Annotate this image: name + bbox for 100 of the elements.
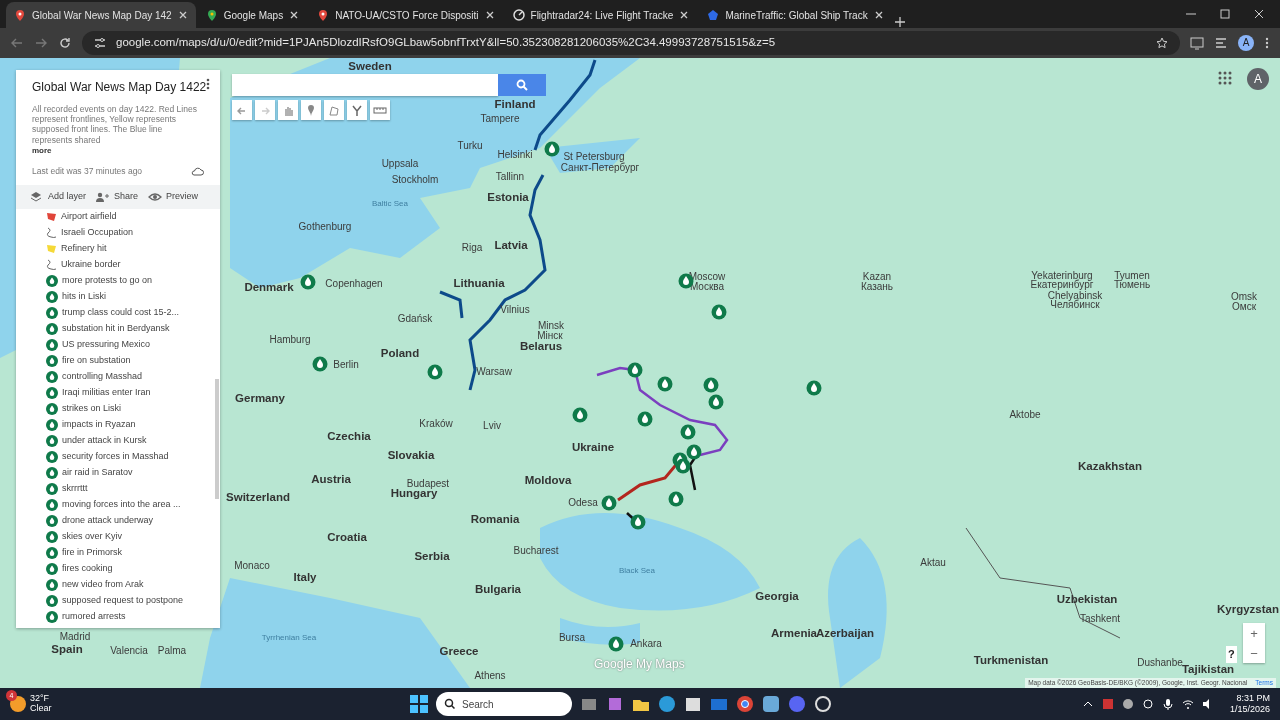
taskbar-search[interactable]: Search — [436, 692, 572, 716]
country-label: Croatia — [327, 530, 367, 546]
layer-item[interactable]: moving forces into the area ... — [16, 496, 220, 513]
country-label: Spain — [51, 642, 83, 658]
zoom-in-button[interactable]: + — [1243, 623, 1265, 643]
browser-tab[interactable]: Google Maps — [197, 2, 308, 28]
country-label: Finland — [494, 97, 536, 113]
city-label: Omsk — [1230, 289, 1258, 302]
country-label: Italy — [293, 570, 317, 586]
action-button[interactable]: Share — [96, 190, 139, 204]
city-label: Aktau — [920, 555, 946, 570]
layer-item[interactable]: drone attack underway — [16, 512, 220, 529]
layer-item[interactable]: air raid in Saratov — [16, 464, 220, 481]
layer-item[interactable]: Airport airfield — [16, 208, 220, 225]
layer-item[interactable]: skrrrttt — [16, 480, 220, 497]
city-label: Berlin — [333, 357, 359, 372]
action-button[interactable]: Preview — [148, 190, 199, 204]
browser-tab[interactable]: NATO-UA/CSTO Force Dispositi — [309, 2, 503, 28]
layer-item[interactable]: new video from Arak — [16, 576, 220, 593]
profile-avatar[interactable]: A — [1238, 35, 1254, 51]
weather-condition: Clear — [30, 704, 52, 714]
layer-item[interactable]: US pressuring Mexico — [16, 336, 220, 353]
zoom-out-button[interactable]: − — [1243, 643, 1265, 663]
city-label: Омск — [1232, 300, 1256, 314]
city-label: Warsaw — [476, 364, 512, 379]
help-button[interactable]: ? — [1226, 646, 1237, 663]
layer-item[interactable]: Israeli Occupation — [16, 224, 220, 241]
account-avatar[interactable]: A — [1247, 68, 1269, 90]
layer-item[interactable]: fires cooking — [16, 560, 220, 577]
city-label: Мінск — [537, 329, 563, 342]
layer-item[interactable]: Refinery hit — [16, 240, 220, 257]
city-label: Monaco — [234, 558, 270, 573]
more-link[interactable]: more — [32, 144, 204, 157]
clock-date[interactable]: 1/15/2026 — [1229, 704, 1270, 715]
country-label: Sweden — [348, 59, 392, 75]
browser-tab[interactable]: Flightradar24: Live Flight Tracke — [504, 2, 698, 28]
layer-item[interactable]: more protests to go on — [16, 272, 220, 289]
country-label: Tajikistan — [1181, 663, 1235, 678]
temperature-text: 32°F — [30, 694, 51, 704]
city-label: Москва — [689, 280, 725, 294]
city-label: Lviv — [483, 418, 501, 433]
city-label: Kraków — [419, 416, 453, 431]
action-button[interactable]: Add layer — [30, 190, 87, 204]
browser-tab[interactable]: MarineTraffic: Global Ship Track — [699, 2, 892, 28]
country-label: Romania — [470, 512, 520, 528]
clock-time[interactable]: 8:31 PM — [1229, 693, 1270, 704]
city-label: Vilnius — [500, 302, 530, 317]
address-bar[interactable]: google.com/maps/d/u/0/edit?mid=1PJAn5DlozdIRsfO9GLbaw5obnfTrxtY&ll=50.352308281206035%2C34.49993728751515&z=5 — [82, 31, 1180, 55]
layer-item[interactable]: security forces in Masshad — [16, 448, 220, 465]
browser-tab[interactable]: Global War News Map Day 142 — [6, 2, 196, 28]
country-label: Bulgaria — [475, 582, 521, 598]
layer-item[interactable]: impacts in Ryazan — [16, 416, 220, 433]
layer-item[interactable]: strikes on Liski — [16, 400, 220, 417]
sea-label: Black Sea — [619, 565, 655, 577]
city-label: Palma — [157, 643, 187, 658]
layer-item[interactable]: fire on substation — [16, 352, 220, 369]
layer-item[interactable]: fire in Primorsk — [16, 544, 220, 561]
city-label: Minsk — [537, 318, 565, 331]
city-label: Hamburg — [269, 332, 311, 347]
sea-label: Baltic Sea — [372, 198, 408, 210]
city-label: Gothenburg — [298, 219, 352, 234]
layer-item[interactable]: skies over Kyiv — [16, 528, 220, 545]
city-label: Bucharest — [513, 543, 559, 558]
city-label: Gdańsk — [397, 311, 433, 326]
layer-item[interactable]: supposed request to postpone — [16, 592, 220, 609]
city-label: Turku — [457, 138, 483, 153]
layer-item[interactable]: substation hit in Berdyansk — [16, 320, 220, 337]
city-label: Copenhagen — [325, 276, 383, 291]
country-label: Kyrgyzstan — [1217, 602, 1279, 618]
city-label: Tallinn — [495, 169, 525, 184]
country-label: Ukraine — [571, 440, 615, 456]
layer-item[interactable]: under attack in Kursk — [16, 432, 220, 449]
city-label: Санкт-Петербург — [560, 161, 640, 175]
country-label: Czechia — [327, 429, 371, 445]
city-label: Ankara — [630, 636, 662, 651]
city-label: Chelyabinsk — [1047, 289, 1103, 301]
layer-item[interactable]: rumored arrests — [16, 608, 220, 625]
layer-item[interactable]: trump class could cost 15-2... — [16, 304, 220, 321]
city-label: Yekaterinburg — [1031, 268, 1093, 281]
country-label: Uzbekistan — [1056, 592, 1118, 608]
city-label: Valencia — [110, 643, 148, 658]
city-label: Tyumen — [1114, 268, 1150, 281]
city-label: Tampere — [480, 111, 520, 126]
layer-item[interactable]: Iraqi militias enter Iran — [16, 384, 220, 401]
country-label: Latvia — [494, 238, 528, 254]
city-label: Kazan — [862, 269, 892, 282]
city-label: Казань — [860, 280, 894, 294]
city-label: Uppsala — [381, 156, 419, 171]
layer-item[interactable]: Ukraine border — [16, 256, 220, 273]
city-label: Bursa — [558, 630, 586, 645]
country-label: Kazakhstan — [1078, 459, 1142, 475]
country-label: Poland — [380, 346, 420, 362]
country-label: Denmark — [244, 280, 294, 296]
layer-item[interactable]: controlling Masshad — [16, 368, 220, 385]
layer-item[interactable]: hits in Liski — [16, 288, 220, 305]
country-label: Turkmenistan — [973, 653, 1049, 669]
city-label: Budapest — [406, 476, 450, 489]
city-label: St Petersburg — [563, 149, 625, 163]
city-label: Odesa — [568, 495, 598, 510]
country-label: Switzerland — [226, 490, 290, 506]
